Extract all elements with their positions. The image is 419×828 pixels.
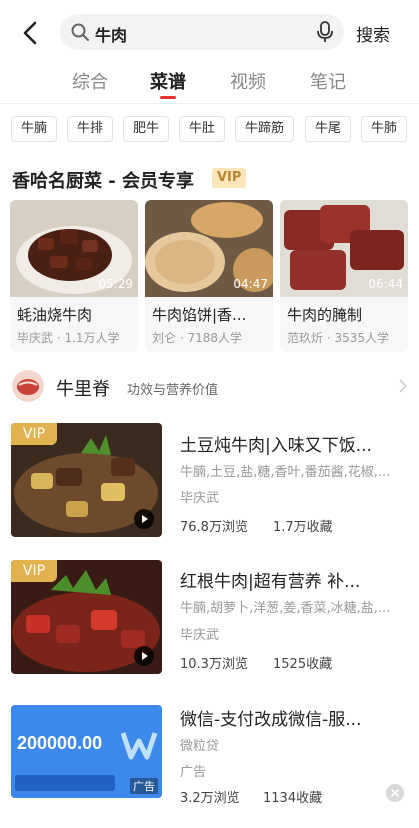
ingredient-name[interactable]: 牛里脊: [56, 375, 110, 401]
vip-badge: VIP: [212, 168, 247, 188]
ad-label: 广告: [130, 778, 158, 794]
ad-tag: 广告: [180, 765, 207, 780]
chevron-right-icon[interactable]: [398, 379, 408, 393]
close-icon[interactable]: [386, 784, 404, 802]
video-duration: 06:44: [368, 277, 403, 291]
tab-notes[interactable]: 笔记: [310, 68, 346, 94]
view-count: 10.3万浏览: [180, 657, 248, 672]
ingredient-avatar[interactable]: [12, 370, 44, 402]
chip[interactable]: 牛肺: [361, 116, 408, 142]
tab-all[interactable]: 综合: [72, 68, 108, 94]
play-icon: [134, 509, 154, 529]
recipe-thumbnail[interactable]: VIP: [11, 560, 162, 674]
favorite-count: 1525收藏: [273, 657, 333, 672]
vip-tag: VIP: [11, 423, 57, 445]
ad-amount: 200000.00: [17, 733, 102, 753]
divider: [0, 103, 419, 104]
search-bar: 牛肉 搜索: [0, 12, 419, 54]
view-count: 3.2万浏览: [180, 791, 240, 806]
chip[interactable]: 牛肚: [179, 116, 226, 142]
recipe-author: 毕庆武: [180, 628, 220, 643]
ad-sponsor: 微粒贷: [180, 739, 220, 754]
chip[interactable]: 肥牛: [123, 116, 170, 142]
card-title: 牛肉馅饼|香...: [152, 306, 247, 324]
recipe-ingredients: 牛腩,胡萝卜,洋葱,姜,香菜,冰糖,盐,...: [180, 601, 391, 616]
premium-recipe-card[interactable]: 05:29 蚝油烧牛肉 毕庆武 · 1.1万人学: [10, 200, 138, 352]
chip[interactable]: 牛蹄筋: [235, 116, 295, 142]
search-icon: [71, 23, 89, 41]
card-meta: 毕庆武 · 1.1万人学: [17, 331, 120, 345]
active-tab-indicator: [160, 96, 176, 99]
vip-tag: VIP: [11, 560, 57, 582]
ad-title[interactable]: 微信-支付改成微信-服...: [180, 705, 410, 730]
premium-recipe-card[interactable]: 06:44 牛肉的腌制 范玖炘 · 3535人学: [280, 200, 408, 352]
back-arrow-icon[interactable]: [16, 18, 46, 48]
tab-recipes[interactable]: 菜谱: [150, 68, 186, 94]
section-title: 香哈名厨菜 - 会员专享: [12, 171, 195, 192]
microphone-icon[interactable]: [316, 21, 334, 43]
chip[interactable]: 牛排: [67, 116, 114, 142]
search-input[interactable]: 牛肉: [60, 14, 344, 50]
tab-videos[interactable]: 视频: [230, 68, 266, 94]
recipe-thumbnail[interactable]: VIP: [11, 423, 162, 537]
play-icon: [134, 646, 154, 666]
card-meta: 刘仑 · 7188人学: [152, 331, 242, 345]
recipe-ingredients: 牛腩,土豆,盐,糖,香叶,番茄酱,花椒,...: [180, 465, 391, 480]
recipe-title[interactable]: 红根牛肉|超有营养 补...: [180, 567, 410, 592]
filter-chips: 牛腩 牛排 肥牛 牛肚 牛蹄筋 牛尾 牛肺: [0, 116, 419, 144]
premium-recipe-card[interactable]: 04:47 牛肉馅饼|香... 刘仑 · 7188人学: [145, 200, 273, 352]
video-duration: 05:29: [98, 277, 133, 291]
favorite-count: 1.7万收藏: [273, 520, 333, 535]
favorite-count: 1134收藏: [263, 791, 323, 806]
chip[interactable]: 牛腩: [11, 116, 58, 142]
view-count: 76.8万浏览: [180, 520, 248, 535]
recipe-author: 毕庆武: [180, 491, 220, 506]
search-query: 牛肉: [95, 26, 128, 45]
card-title: 蚝油烧牛肉: [17, 306, 93, 324]
card-title: 牛肉的腌制: [287, 306, 363, 324]
ad-thumbnail[interactable]: 200000.00 广告: [11, 705, 162, 798]
ingredient-subtitle[interactable]: 功效与营养价值: [127, 379, 218, 398]
recipe-title[interactable]: 土豆炖牛肉|入味又下饭...: [180, 431, 410, 456]
result-tabs: 综合 菜谱 视频 笔记: [0, 68, 419, 102]
chip[interactable]: 牛尾: [305, 116, 352, 142]
card-meta: 范玖炘 · 3535人学: [287, 331, 389, 345]
video-duration: 04:47: [233, 277, 268, 291]
search-button[interactable]: 搜索: [356, 21, 390, 46]
